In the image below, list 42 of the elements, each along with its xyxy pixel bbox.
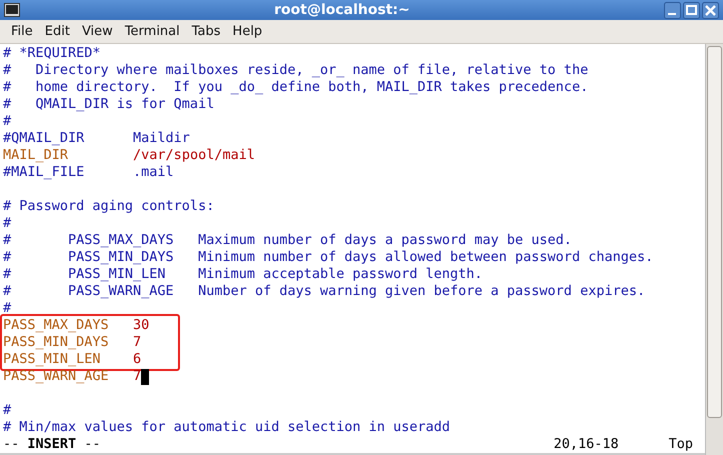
terminal-icon: [4, 3, 20, 17]
comment-text: #: [3, 113, 12, 130]
close-button[interactable]: [702, 2, 719, 18]
menu-item[interactable]: Help: [226, 22, 268, 41]
scrollbar-thumb[interactable]: [707, 46, 722, 418]
menu-item[interactable]: View: [76, 22, 119, 41]
comment-text: # home directory. If you _do_ define both, MAIL_DIR takes precedence.: [3, 79, 588, 96]
comment-text: # PASS_MAX_DAYS Maximum number of days a password may be used.: [3, 232, 572, 249]
setting-name: MAIL_DIR: [3, 147, 70, 164]
comment-text: # QMAIL_DIR is for Qmail: [3, 96, 214, 113]
comment-text: # Directory where mailboxes reside, _or_ name of file, relative to the: [3, 62, 588, 79]
comment-text: # Min/max values for automatic uid selection in useradd: [3, 419, 450, 436]
comment-text: #: [3, 300, 12, 317]
setting-name: PASS_MAX_DAYS: [3, 317, 110, 334]
comment-text: # *REQUIRED*: [3, 45, 101, 62]
setting-name: PASS_WARN_AGE: [3, 368, 110, 385]
menu-item[interactable]: File: [5, 22, 39, 41]
setting-value: /var/spool/mail: [133, 147, 255, 164]
setting-value: 30: [133, 317, 150, 334]
setting-name: PASS_MIN_LEN: [3, 351, 102, 368]
menu-item[interactable]: Tabs: [186, 22, 227, 41]
comment-text: #: [3, 402, 12, 419]
setting-name: PASS_MIN_DAYS: [3, 334, 110, 351]
menu-item[interactable]: Edit: [38, 22, 76, 41]
comment-text: #: [3, 215, 12, 232]
comment-text: #MAIL_FILE .mail: [3, 164, 174, 181]
scrollbar[interactable]: [705, 44, 723, 455]
comment-text: # Password aging controls:: [3, 198, 214, 215]
mode-indicator: -- INSERT --: [3, 436, 101, 453]
scroll-position: Top: [668, 436, 693, 453]
menu-item[interactable]: Terminal: [118, 22, 186, 41]
minimize-button[interactable]: [664, 2, 681, 18]
setting-value: 7: [133, 368, 142, 385]
comment-text: # PASS_WARN_AGE Number of days warning given before a password expires.: [3, 283, 646, 300]
setting-value: 6: [133, 351, 142, 368]
comment-text: # PASS_MIN_LEN Minimum acceptable password length.: [3, 266, 483, 283]
comment-text: #QMAIL_DIR Maildir: [3, 130, 190, 147]
setting-value: 7: [133, 334, 142, 351]
comment-text: # PASS_MIN_DAYS Minimum number of days allowed between password changes.: [3, 249, 654, 266]
cursor-position: 20,16-18: [554, 436, 619, 453]
maximize-button[interactable]: [683, 2, 700, 18]
window-title: root@localhost:~: [273, 2, 411, 18]
